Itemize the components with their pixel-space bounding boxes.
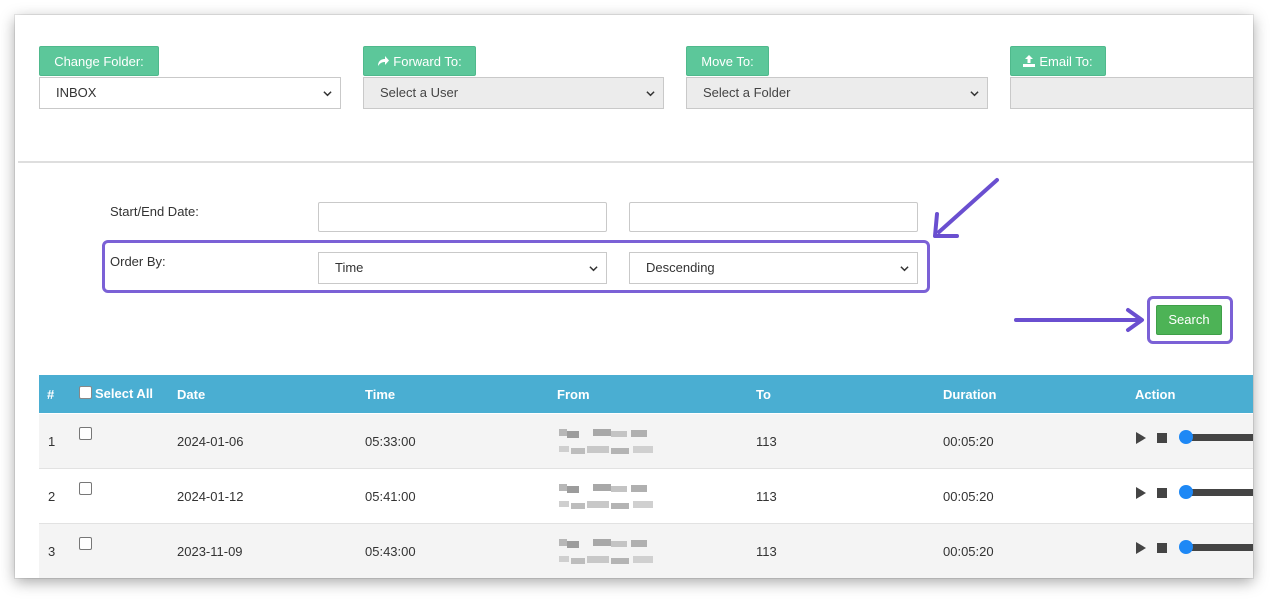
- row-duration: 00:05:20: [943, 434, 994, 449]
- redacted-caller-image: [559, 539, 653, 564]
- redacted-caller-image: [559, 484, 653, 509]
- row-duration: 00:05:20: [943, 544, 994, 559]
- change-folder-label: Change Folder:: [54, 54, 144, 69]
- audio-progress-knob[interactable]: [1179, 430, 1193, 444]
- select-all-label: Select All: [95, 386, 154, 401]
- row-date: 2024-01-12: [177, 489, 244, 504]
- annotation-arrow-icon: [1014, 308, 1144, 332]
- upload-icon: [1023, 55, 1036, 67]
- row-number: 2: [48, 489, 56, 504]
- row-checkbox[interactable]: [79, 537, 92, 550]
- move-to-label: Move To:: [701, 54, 754, 69]
- email-input[interactable]: [1010, 77, 1253, 109]
- start-date-input[interactable]: [318, 202, 607, 232]
- column-header-to: To: [756, 387, 771, 402]
- audio-progress-track[interactable]: [1185, 544, 1253, 551]
- select-all-checkbox[interactable]: [79, 386, 92, 399]
- annotation-arrow-icon: [933, 178, 999, 238]
- row-number: 3: [48, 544, 56, 559]
- stop-icon[interactable]: [1157, 433, 1167, 443]
- order-by-highlight: [102, 240, 930, 293]
- row-time: 05:33:00: [365, 434, 416, 449]
- email-to-label: Email To:: [1039, 54, 1093, 69]
- row-to: 113: [756, 489, 777, 504]
- stop-icon[interactable]: [1157, 488, 1167, 498]
- forward-to-label: Forward To:: [393, 54, 462, 69]
- voicemail-window: Change Folder: INBOX Forward To: Select …: [15, 15, 1253, 578]
- email-to-button[interactable]: Email To:: [1010, 46, 1106, 76]
- table-row: 3 2023-11-09 05:43:00 113 00:05:20: [39, 524, 1253, 578]
- folder-select[interactable]: INBOX: [39, 77, 341, 109]
- end-date-input[interactable]: [629, 202, 918, 232]
- row-checkbox[interactable]: [79, 427, 92, 440]
- row-time: 05:43:00: [365, 544, 416, 559]
- audio-progress-track[interactable]: [1185, 489, 1253, 496]
- search-label: Search: [1168, 312, 1210, 327]
- search-button[interactable]: Search: [1156, 305, 1222, 335]
- audio-progress-knob[interactable]: [1179, 485, 1193, 499]
- move-to-button[interactable]: Move To:: [686, 46, 769, 76]
- redacted-caller-image: [559, 429, 653, 454]
- chevron-down-icon: [970, 91, 979, 97]
- chevron-down-icon: [646, 91, 655, 97]
- column-header-number: #: [47, 387, 55, 402]
- change-folder-button[interactable]: Change Folder:: [39, 46, 159, 76]
- table-header: # Select All Date Time From To Duration …: [39, 375, 1253, 413]
- play-icon[interactable]: [1135, 486, 1147, 500]
- select-all-control[interactable]: Select All: [79, 386, 153, 401]
- row-to: 113: [756, 544, 777, 559]
- audio-progress-track[interactable]: [1185, 434, 1253, 441]
- column-header-action: Action: [1135, 387, 1176, 402]
- move-folder-placeholder: Select a Folder: [703, 85, 791, 100]
- user-select[interactable]: Select a User: [363, 77, 664, 109]
- row-to: 113: [756, 434, 777, 449]
- row-checkbox[interactable]: [79, 482, 92, 495]
- row-duration: 00:05:20: [943, 489, 994, 504]
- table-row: 1 2024-01-06 05:33:00 113 00:05:20: [39, 414, 1253, 468]
- user-select-placeholder: Select a User: [380, 85, 459, 100]
- column-header-duration: Duration: [943, 387, 997, 402]
- table-row: 2 2024-01-12 05:41:00 113 00:05:20: [39, 469, 1253, 523]
- folder-select-value: INBOX: [56, 85, 97, 100]
- date-range-label: Start/End Date:: [110, 204, 199, 219]
- row-number: 1: [48, 434, 56, 449]
- play-icon[interactable]: [1135, 431, 1147, 445]
- forward-to-button[interactable]: Forward To:: [363, 46, 476, 76]
- row-date: 2023-11-09: [177, 544, 243, 559]
- section-divider: [18, 161, 1253, 163]
- share-arrow-icon: [378, 56, 390, 66]
- row-time: 05:41:00: [365, 489, 416, 504]
- column-header-time: Time: [365, 387, 396, 402]
- audio-progress-knob[interactable]: [1179, 540, 1193, 554]
- play-icon[interactable]: [1135, 541, 1147, 555]
- stop-icon[interactable]: [1157, 543, 1167, 553]
- chevron-down-icon: [323, 91, 332, 97]
- move-folder-select[interactable]: Select a Folder: [686, 77, 988, 109]
- column-header-date: Date: [177, 387, 206, 402]
- column-header-from: From: [557, 387, 590, 402]
- row-date: 2024-01-06: [177, 434, 244, 449]
